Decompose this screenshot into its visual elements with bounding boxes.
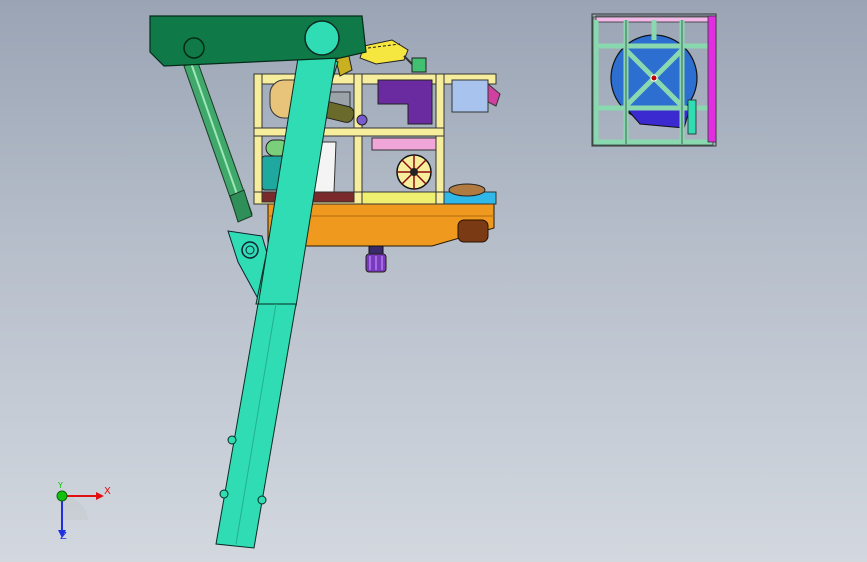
z-axis-label: Z: [60, 531, 67, 542]
lower-fitting: [365, 245, 387, 273]
cad-viewport[interactable]: X Y Z: [0, 0, 867, 562]
assembly-model[interactable]: [0, 0, 867, 562]
main-boom[interactable]: [215, 51, 339, 549]
hydraulic-cylinder[interactable]: [183, 59, 253, 223]
y-axis-dot: [56, 490, 68, 502]
axis-triad: X Y Z: [44, 481, 114, 546]
fan-wheel: [396, 154, 432, 190]
x-axis-label: X: [104, 486, 111, 497]
y-axis-label: Y: [58, 481, 63, 490]
end-view-frame[interactable]: [591, 13, 717, 147]
boom-head[interactable]: [149, 15, 367, 67]
deck-support-block: [457, 219, 489, 243]
